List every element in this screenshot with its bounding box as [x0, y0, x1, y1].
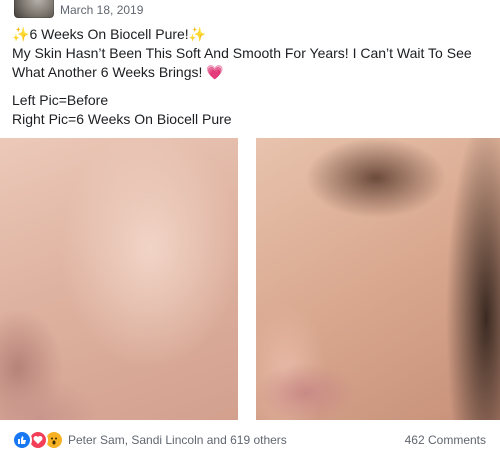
sparkles-icon: ✨	[12, 26, 30, 42]
post-line: Right Pic=6 Weeks On Biocell Pure	[12, 111, 232, 127]
post-line: What Another 6 Weeks Brings! 💗	[12, 63, 492, 82]
post-line-title: ✨6 Weeks On Biocell Pure!✨	[12, 25, 492, 44]
photo-after[interactable]	[256, 138, 500, 420]
likers-text[interactable]: Peter Sam, Sandi Lincoln and 619 others	[68, 433, 287, 447]
heart-icon: 💗	[206, 64, 224, 80]
reaction-icons[interactable]	[12, 430, 72, 450]
post-text: ✨6 Weeks On Biocell Pure!✨ My Skin Hasn’…	[12, 25, 492, 129]
post-footer: Peter Sam, Sandi Lincoln and 619 others …	[0, 428, 500, 452]
post-header: March 18, 2019	[0, 0, 500, 24]
photo-before[interactable]	[0, 138, 238, 420]
post-line: My Skin Hasn’t Been This Soft And Smooth…	[12, 45, 472, 61]
sparkles-icon: ✨	[188, 26, 207, 42]
avatar[interactable]	[14, 0, 54, 18]
photo-collage	[0, 138, 500, 420]
post-line-text: What Another 6 Weeks Brings!	[12, 64, 207, 80]
photo-divider	[238, 138, 256, 420]
post-title-text: 6 Weeks On Biocell Pure!	[29, 26, 189, 42]
post-line: Left Pic=Before	[12, 92, 109, 108]
like-icon	[12, 430, 32, 450]
comments-count[interactable]: 462 Comments	[405, 433, 486, 447]
post-date[interactable]: March 18, 2019	[60, 3, 143, 17]
